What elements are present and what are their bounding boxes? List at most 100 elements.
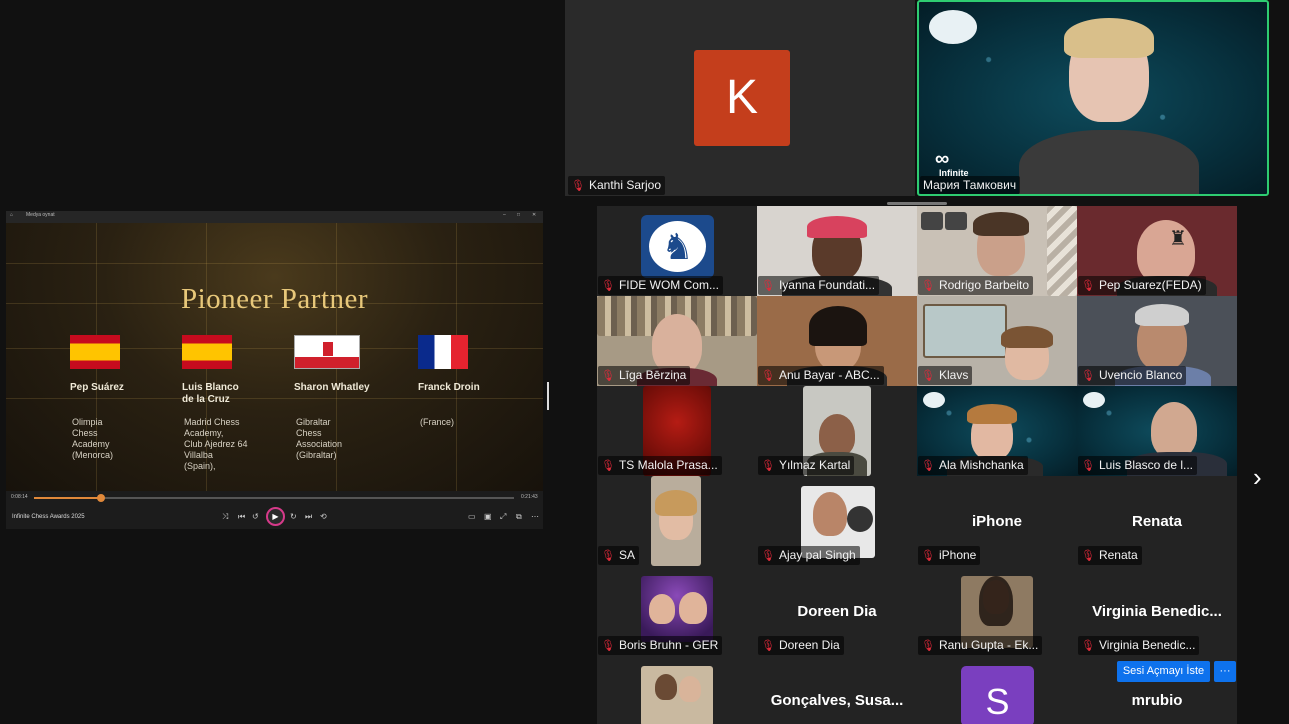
video-tile[interactable]: [597, 656, 757, 724]
splitter-handle[interactable]: [547, 382, 549, 410]
partner-org: (France): [420, 417, 455, 427]
mic-muted-icon: 🎙: [761, 280, 775, 292]
participant-name: Kanthi Sarjoo: [588, 178, 662, 192]
participant-name-label: 🎙 Ala Mishchanka: [918, 456, 1028, 475]
participant-hair: [655, 490, 697, 516]
fide-logo-icon: [1083, 392, 1105, 408]
video-tile[interactable]: Gonçalves, Susa...: [757, 656, 917, 724]
miniplayer-icon[interactable]: ⧉: [516, 512, 522, 522]
partner-card: Franck Droin: [418, 335, 528, 394]
participant-name-label: Мария Тамкович: [920, 176, 1021, 194]
mic-muted-icon: 🎙: [761, 550, 775, 562]
participant-name: Pep Suarez(FEDA): [1098, 278, 1202, 292]
participant-name: SA: [618, 548, 635, 562]
participant-name: Renata: [1098, 548, 1138, 562]
participant-face: [819, 414, 855, 456]
avatar: K: [694, 50, 790, 146]
shuffle-icon[interactable]: ⤨: [222, 512, 228, 522]
participant-name-label: 🎙 Rodrigo Barbeito: [918, 276, 1034, 295]
presentation-slide: Pioneer Partner Pep Suárez Olimpia Chess…: [6, 223, 543, 491]
shared-screen: ⌂ Medya oynat – □ ✕ Pioneer Partner Pep …: [6, 211, 543, 529]
participant-face: [679, 676, 701, 702]
partner-org: Olimpia Chess Academy (Menorca): [72, 417, 114, 460]
participant-hair: [1135, 304, 1189, 326]
close-icon[interactable]: ✕: [532, 212, 536, 218]
spain-flag: [182, 335, 232, 369]
participant-name: TS Malola Prasa...: [618, 458, 718, 472]
participant-display-name: Virginia Benedic...: [1092, 603, 1222, 620]
participant-face: [649, 594, 675, 624]
chevron-right-icon[interactable]: ›: [1253, 462, 1262, 493]
minimize-icon[interactable]: –: [503, 212, 506, 218]
seek-bar[interactable]: [34, 494, 514, 502]
participant-hair: [1064, 18, 1154, 58]
participant-name: Ajay pal Singh: [778, 548, 856, 562]
participant-face: [652, 314, 702, 374]
participant-name: Doreen Dia: [778, 638, 840, 652]
mic-muted-icon: 🎙: [601, 460, 615, 472]
participant-name-label: 🎙 Ajay pal Singh: [758, 546, 860, 565]
mic-muted-icon: 🎙: [921, 550, 935, 562]
wall-map: [923, 304, 1007, 358]
seek-bar-fill: [34, 497, 102, 499]
participant-face: [1151, 402, 1197, 458]
participant-name-label: 🎙 Luis Blasco de l...: [1078, 456, 1198, 475]
partner-name: Luis Blanco de la Cruz: [182, 382, 239, 405]
captions-icon[interactable]: ▭: [468, 512, 476, 521]
participant-face: [655, 674, 677, 700]
partner-card: Pep Suárez: [70, 335, 180, 394]
participant-hair: [967, 404, 1017, 424]
participant-face: [813, 492, 847, 536]
mic-muted-icon: 🎙: [1081, 460, 1095, 472]
partner-org: Gibraltar Chess Association (Gibraltar): [296, 417, 343, 460]
mic-muted-icon: 🎙: [601, 370, 615, 382]
participant-face: [679, 592, 707, 624]
participant-hair: [1001, 326, 1053, 348]
more-options-button[interactable]: ···: [1214, 661, 1236, 682]
mic-muted-icon: 🎙: [921, 460, 935, 472]
participant-name-label: 🎙 Uvencio Blanco: [1078, 366, 1187, 385]
participant-name-label: 🎙 Līga Bērziņa: [598, 366, 691, 385]
resize-handle[interactable]: [887, 202, 947, 205]
participant-name-label: 🎙 Iyanna Foundati...: [758, 276, 880, 295]
curtain: [1047, 206, 1077, 296]
slide-title: Pioneer Partner: [180, 283, 369, 315]
fullscreen-icon[interactable]: ⤢: [500, 512, 506, 522]
badge-logo-icon: [847, 506, 873, 532]
active-speaker-tile[interactable]: ∞ Infinite: [917, 0, 1269, 196]
participant-hair: [973, 212, 1029, 236]
participant-name-label: 🎙 SA: [598, 546, 639, 565]
maximize-icon[interactable]: □: [517, 212, 520, 218]
window-title: Medya oynat: [26, 212, 55, 218]
play-button[interactable]: ▶: [266, 507, 285, 526]
mic-muted-icon: 🎙: [921, 640, 935, 652]
next-icon[interactable]: ⏭: [305, 512, 312, 522]
media-window-titlebar: ⌂ Medya oynat – □ ✕: [6, 211, 543, 223]
spain-flag: [70, 335, 120, 369]
ask-to-unmute-button[interactable]: Sesi Açmayı İste: [1117, 661, 1210, 682]
chess-piece-icon: ♜: [1169, 228, 1187, 250]
participant-name-label: 🎙 TS Malola Prasa...: [598, 456, 722, 475]
participant-name: Līga Bērziņa: [618, 368, 687, 382]
repeat-icon[interactable]: ⟲: [320, 512, 327, 521]
media-title: Infinite Chess Awards 2025: [12, 514, 85, 520]
participant-body: [1019, 130, 1199, 194]
partner-card: Sharon Whatley: [294, 335, 404, 394]
mic-muted-icon: 🎙: [921, 370, 935, 382]
previous-icon[interactable]: ⏮: [238, 512, 245, 522]
participant-name-label: 🎙 FIDE WOM Com...: [598, 276, 723, 295]
fide-logo-icon: ♞: [641, 215, 714, 278]
more-icon[interactable]: ⋯: [531, 512, 539, 521]
participant-name-label: 🎙 Yılmaz Kartal: [758, 456, 855, 475]
home-icon[interactable]: ⌂: [10, 212, 13, 218]
participant-name: Yılmaz Kartal: [778, 458, 851, 472]
participant-name: Uvencio Blanco: [1098, 368, 1183, 382]
video-tile[interactable]: S: [917, 656, 1077, 724]
forward-icon[interactable]: ↻: [290, 512, 297, 521]
rewind-icon[interactable]: ↺: [252, 512, 259, 521]
cast-icon[interactable]: ▣: [484, 512, 492, 521]
participant-name: Virginia Benedic...: [1098, 638, 1196, 652]
seek-bar-knob[interactable]: [97, 494, 106, 502]
elapsed-time: 0:08:14: [11, 494, 28, 500]
participant-name-label: 🎙 Klavs: [918, 366, 973, 385]
